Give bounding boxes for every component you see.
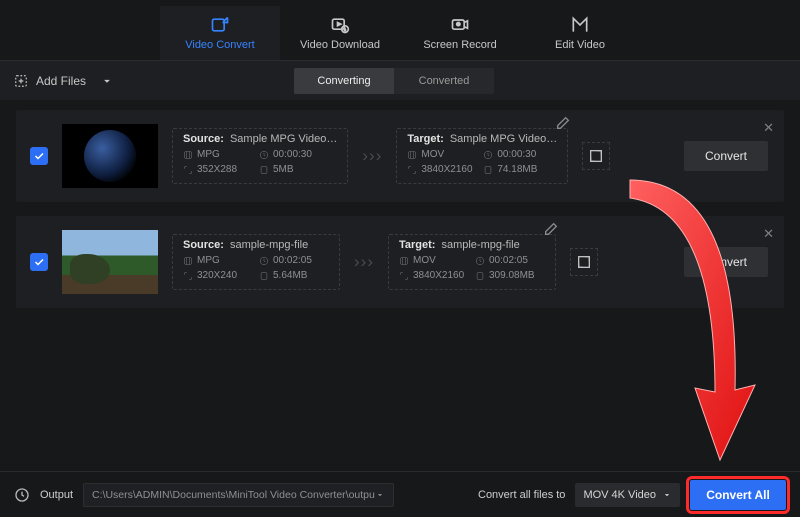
clock-icon bbox=[259, 150, 269, 160]
target-settings-button[interactable] bbox=[570, 248, 598, 276]
size-icon bbox=[259, 271, 269, 281]
resolution-icon bbox=[407, 165, 417, 175]
tab-converted[interactable]: Converted bbox=[394, 68, 494, 94]
target-filename: Sample MPG Video… bbox=[450, 133, 557, 145]
add-files-button[interactable]: Add Files bbox=[0, 74, 128, 88]
source-filename: sample-mpg-file bbox=[230, 239, 308, 251]
tab-label: Screen Record bbox=[423, 39, 496, 51]
source-format: MPG bbox=[197, 255, 220, 266]
edit-icon[interactable] bbox=[543, 221, 559, 237]
source-label: Source: bbox=[183, 239, 224, 251]
source-size: 5MB bbox=[273, 164, 294, 175]
format-icon bbox=[183, 150, 193, 160]
tab-label: Edit Video bbox=[555, 39, 605, 51]
check-icon bbox=[33, 256, 45, 268]
tab-screen-record[interactable]: Screen Record bbox=[400, 6, 520, 60]
target-preset: MOV 4K Video bbox=[583, 489, 656, 501]
toolbar: Add Files Converting Converted bbox=[0, 60, 800, 100]
thumbnail bbox=[62, 230, 158, 294]
tab-label: Video Convert bbox=[185, 39, 255, 51]
chevron-down-icon bbox=[375, 490, 385, 500]
size-icon bbox=[483, 165, 493, 175]
list-item: ✕ Source: Sample MPG Video… MPG 00:00:30 … bbox=[16, 110, 784, 202]
output-path: C:\Users\ADMIN\Documents\MiniTool Video … bbox=[92, 489, 375, 501]
list-item: ✕ Source: sample-mpg-file MPG 00:02:05 32… bbox=[16, 216, 784, 308]
convert-all-button[interactable]: Convert All bbox=[690, 480, 786, 510]
format-icon bbox=[407, 150, 417, 160]
target-duration: 00:00:30 bbox=[497, 149, 536, 160]
size-icon bbox=[259, 165, 269, 175]
tab-label: Video Download bbox=[300, 39, 380, 51]
output-label: Output bbox=[40, 489, 73, 501]
thumbnail bbox=[62, 124, 158, 188]
source-format: MPG bbox=[197, 149, 220, 160]
target-label: Target: bbox=[407, 133, 443, 145]
top-nav: Video Convert Video Download Screen Reco… bbox=[0, 0, 800, 60]
target-box: Target: sample-mpg-file MOV 00:02:05 3840… bbox=[388, 234, 556, 290]
clock-icon bbox=[483, 150, 493, 160]
tab-video-download[interactable]: Video Download bbox=[280, 6, 400, 60]
convert-all-to-label: Convert all files to bbox=[478, 489, 565, 501]
format-icon bbox=[183, 256, 193, 266]
tab-edit-video[interactable]: Edit Video bbox=[520, 6, 640, 60]
source-filename: Sample MPG Video… bbox=[230, 133, 337, 145]
status-segment: Converting Converted bbox=[294, 68, 494, 94]
output-path-select[interactable]: C:\Users\ADMIN\Documents\MiniTool Video … bbox=[83, 483, 394, 507]
source-duration: 00:02:05 bbox=[273, 255, 312, 266]
arrow-icon: ››› bbox=[362, 146, 382, 166]
target-box: Target: Sample MPG Video… MOV 00:00:30 38… bbox=[396, 128, 568, 184]
source-box: Source: Sample MPG Video… MPG 00:00:30 35… bbox=[172, 128, 348, 184]
chevron-down-icon bbox=[100, 74, 114, 88]
tab-video-convert[interactable]: Video Convert bbox=[160, 6, 280, 60]
clock-icon bbox=[475, 256, 485, 266]
clock-icon bbox=[259, 256, 269, 266]
target-settings-button[interactable] bbox=[582, 142, 610, 170]
tab-converting[interactable]: Converting bbox=[294, 68, 394, 94]
check-icon bbox=[33, 150, 45, 162]
target-preset-select[interactable]: MOV 4K Video bbox=[575, 483, 680, 507]
target-format: MOV bbox=[413, 255, 436, 266]
edit-video-icon bbox=[570, 15, 590, 35]
target-format: MOV bbox=[421, 149, 444, 160]
source-label: Source: bbox=[183, 133, 224, 145]
source-resolution: 352X288 bbox=[197, 164, 237, 175]
close-icon[interactable]: ✕ bbox=[763, 120, 774, 136]
target-duration: 00:02:05 bbox=[489, 255, 528, 266]
video-convert-icon bbox=[210, 15, 230, 35]
target-size: 74.18MB bbox=[497, 164, 537, 175]
convert-button[interactable]: Convert bbox=[684, 141, 768, 171]
size-icon bbox=[475, 271, 485, 281]
video-download-icon bbox=[330, 15, 350, 35]
resolution-icon bbox=[183, 165, 193, 175]
source-size: 5.64MB bbox=[273, 270, 307, 281]
format-icon bbox=[399, 256, 409, 266]
target-filename: sample-mpg-file bbox=[441, 239, 519, 251]
source-duration: 00:00:30 bbox=[273, 149, 312, 160]
screen-record-icon bbox=[450, 15, 470, 35]
target-resolution: 3840X2160 bbox=[421, 164, 472, 175]
history-icon[interactable] bbox=[14, 487, 30, 503]
items-list: ✕ Source: Sample MPG Video… MPG 00:00:30 … bbox=[0, 100, 800, 308]
target-label: Target: bbox=[399, 239, 435, 251]
source-resolution: 320X240 bbox=[197, 270, 237, 281]
resolution-icon bbox=[183, 271, 193, 281]
chevron-down-icon bbox=[662, 490, 672, 500]
close-icon[interactable]: ✕ bbox=[763, 226, 774, 242]
resolution-icon bbox=[399, 271, 409, 281]
footer: Output C:\Users\ADMIN\Documents\MiniTool… bbox=[0, 471, 800, 517]
expand-icon bbox=[588, 148, 604, 164]
item-checkbox[interactable] bbox=[30, 147, 48, 165]
expand-icon bbox=[576, 254, 592, 270]
target-size: 309.08MB bbox=[489, 270, 535, 281]
edit-icon[interactable] bbox=[555, 115, 571, 131]
arrow-icon: ››› bbox=[354, 252, 374, 272]
convert-button[interactable]: Convert bbox=[684, 247, 768, 277]
plus-box-icon bbox=[14, 74, 28, 88]
source-box: Source: sample-mpg-file MPG 00:02:05 320X… bbox=[172, 234, 340, 290]
item-checkbox[interactable] bbox=[30, 253, 48, 271]
add-files-label: Add Files bbox=[36, 74, 86, 88]
target-resolution: 3840X2160 bbox=[413, 270, 464, 281]
